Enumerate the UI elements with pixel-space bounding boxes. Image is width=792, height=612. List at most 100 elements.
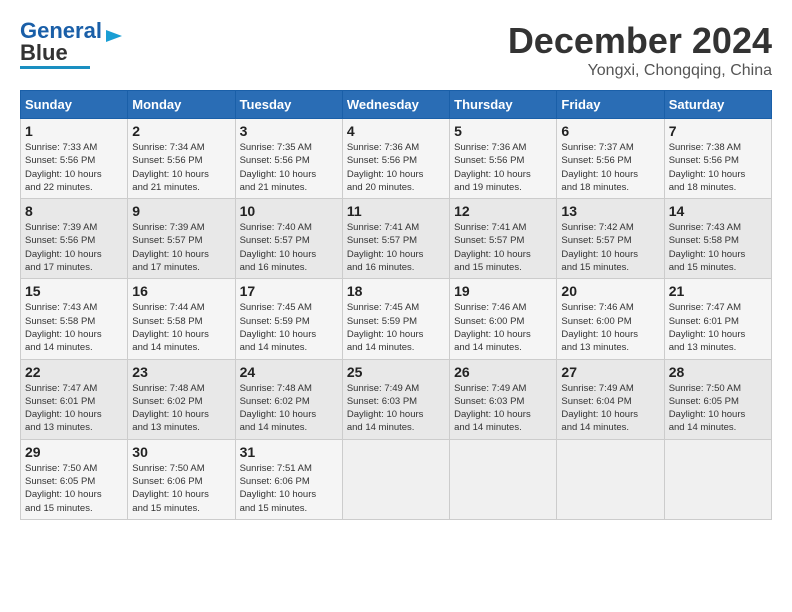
calendar-cell: 31 Sunrise: 7:51 AM Sunset: 6:06 PM Dayli… xyxy=(235,439,342,519)
calendar-cell: 4 Sunrise: 7:36 AM Sunset: 5:56 PM Daylig… xyxy=(342,119,449,199)
day-number: 26 xyxy=(454,364,552,380)
calendar-header-wednesday: Wednesday xyxy=(342,91,449,119)
calendar-header-monday: Monday xyxy=(128,91,235,119)
day-info: Sunrise: 7:38 AM Sunset: 5:56 PM Dayligh… xyxy=(669,141,767,194)
calendar-cell xyxy=(664,439,771,519)
day-number: 30 xyxy=(132,444,230,460)
calendar-cell: 19 Sunrise: 7:46 AM Sunset: 6:00 PM Dayli… xyxy=(450,279,557,359)
day-number: 8 xyxy=(25,203,123,219)
day-number: 3 xyxy=(240,123,338,139)
title-area: December 2024 Yongxi, Chongqing, China xyxy=(508,20,772,80)
day-info: Sunrise: 7:41 AM Sunset: 5:57 PM Dayligh… xyxy=(454,221,552,274)
day-info: Sunrise: 7:51 AM Sunset: 6:06 PM Dayligh… xyxy=(240,462,338,515)
calendar-cell: 25Sunrise: 7:49 AM Sunset: 6:03 PM Dayli… xyxy=(342,359,449,439)
calendar-table: SundayMondayTuesdayWednesdayThursdayFrid… xyxy=(20,90,772,520)
day-info: Sunrise: 7:39 AM Sunset: 5:56 PM Dayligh… xyxy=(25,221,123,274)
calendar-week-5: 29 Sunrise: 7:50 AM Sunset: 6:05 PM Dayli… xyxy=(21,439,772,519)
calendar-week-3: 15Sunrise: 7:43 AM Sunset: 5:58 PM Dayli… xyxy=(21,279,772,359)
day-number: 28 xyxy=(669,364,767,380)
calendar-cell xyxy=(342,439,449,519)
day-number: 29 xyxy=(25,444,123,460)
day-number: 20 xyxy=(561,283,659,299)
calendar-cell: 23Sunrise: 7:48 AM Sunset: 6:02 PM Dayli… xyxy=(128,359,235,439)
day-info: Sunrise: 7:49 AM Sunset: 6:04 PM Dayligh… xyxy=(561,382,659,435)
day-number: 7 xyxy=(669,123,767,139)
day-info: Sunrise: 7:43 AM Sunset: 5:58 PM Dayligh… xyxy=(669,221,767,274)
calendar-cell: 26 Sunrise: 7:49 AM Sunset: 6:03 PM Dayli… xyxy=(450,359,557,439)
day-info: Sunrise: 7:42 AM Sunset: 5:57 PM Dayligh… xyxy=(561,221,659,274)
day-info: Sunrise: 7:33 AM Sunset: 5:56 PM Dayligh… xyxy=(25,141,123,194)
month-title: December 2024 xyxy=(508,20,772,62)
day-number: 4 xyxy=(347,123,445,139)
calendar-cell: 10Sunrise: 7:40 AM Sunset: 5:57 PM Dayli… xyxy=(235,199,342,279)
day-number: 18 xyxy=(347,283,445,299)
calendar-header-row: SundayMondayTuesdayWednesdayThursdayFrid… xyxy=(21,91,772,119)
calendar-cell: 3Sunrise: 7:35 AM Sunset: 5:56 PM Daylig… xyxy=(235,119,342,199)
logo-arrow-icon xyxy=(106,26,126,46)
day-info: Sunrise: 7:45 AM Sunset: 5:59 PM Dayligh… xyxy=(240,301,338,354)
day-info: Sunrise: 7:34 AM Sunset: 5:56 PM Dayligh… xyxy=(132,141,230,194)
day-number: 17 xyxy=(240,283,338,299)
day-info: Sunrise: 7:37 AM Sunset: 5:56 PM Dayligh… xyxy=(561,141,659,194)
day-number: 16 xyxy=(132,283,230,299)
calendar-header-sunday: Sunday xyxy=(21,91,128,119)
logo-underline xyxy=(20,66,90,69)
day-info: Sunrise: 7:36 AM Sunset: 5:56 PM Dayligh… xyxy=(454,141,552,194)
calendar-cell xyxy=(557,439,664,519)
calendar-cell: 2Sunrise: 7:34 AM Sunset: 5:56 PM Daylig… xyxy=(128,119,235,199)
day-number: 1 xyxy=(25,123,123,139)
calendar-cell: 6 Sunrise: 7:37 AM Sunset: 5:56 PM Daylig… xyxy=(557,119,664,199)
day-info: Sunrise: 7:44 AM Sunset: 5:58 PM Dayligh… xyxy=(132,301,230,354)
calendar-cell xyxy=(450,439,557,519)
logo-text: General Blue xyxy=(20,20,102,64)
calendar-cell: 12 Sunrise: 7:41 AM Sunset: 5:57 PM Dayli… xyxy=(450,199,557,279)
day-number: 12 xyxy=(454,203,552,219)
day-number: 24 xyxy=(240,364,338,380)
calendar-header-tuesday: Tuesday xyxy=(235,91,342,119)
day-info: Sunrise: 7:50 AM Sunset: 6:06 PM Dayligh… xyxy=(132,462,230,515)
calendar-week-1: 1 Sunrise: 7:33 AM Sunset: 5:56 PM Daylig… xyxy=(21,119,772,199)
day-info: Sunrise: 7:46 AM Sunset: 6:00 PM Dayligh… xyxy=(561,301,659,354)
calendar-cell: 7 Sunrise: 7:38 AM Sunset: 5:56 PM Daylig… xyxy=(664,119,771,199)
calendar-header-thursday: Thursday xyxy=(450,91,557,119)
day-info: Sunrise: 7:46 AM Sunset: 6:00 PM Dayligh… xyxy=(454,301,552,354)
day-number: 21 xyxy=(669,283,767,299)
day-info: Sunrise: 7:36 AM Sunset: 5:56 PM Dayligh… xyxy=(347,141,445,194)
day-info: Sunrise: 7:45 AM Sunset: 5:59 PM Dayligh… xyxy=(347,301,445,354)
calendar-cell: 29 Sunrise: 7:50 AM Sunset: 6:05 PM Dayli… xyxy=(21,439,128,519)
calendar-week-2: 8 Sunrise: 7:39 AM Sunset: 5:56 PM Daylig… xyxy=(21,199,772,279)
calendar-header-saturday: Saturday xyxy=(664,91,771,119)
day-number: 27 xyxy=(561,364,659,380)
calendar-cell: 28Sunrise: 7:50 AM Sunset: 6:05 PM Dayli… xyxy=(664,359,771,439)
day-number: 6 xyxy=(561,123,659,139)
calendar-cell: 22 Sunrise: 7:47 AM Sunset: 6:01 PM Dayli… xyxy=(21,359,128,439)
location: Yongxi, Chongqing, China xyxy=(508,62,772,80)
calendar-cell: 14Sunrise: 7:43 AM Sunset: 5:58 PM Dayli… xyxy=(664,199,771,279)
day-number: 11 xyxy=(347,203,445,219)
day-number: 19 xyxy=(454,283,552,299)
logo: General Blue xyxy=(20,20,126,69)
calendar-cell: 17 Sunrise: 7:45 AM Sunset: 5:59 PM Dayli… xyxy=(235,279,342,359)
calendar-cell: 8 Sunrise: 7:39 AM Sunset: 5:56 PM Daylig… xyxy=(21,199,128,279)
day-info: Sunrise: 7:48 AM Sunset: 6:02 PM Dayligh… xyxy=(240,382,338,435)
calendar-cell: 13 Sunrise: 7:42 AM Sunset: 5:57 PM Dayli… xyxy=(557,199,664,279)
day-info: Sunrise: 7:50 AM Sunset: 6:05 PM Dayligh… xyxy=(25,462,123,515)
day-number: 13 xyxy=(561,203,659,219)
calendar-cell: 5Sunrise: 7:36 AM Sunset: 5:56 PM Daylig… xyxy=(450,119,557,199)
day-info: Sunrise: 7:49 AM Sunset: 6:03 PM Dayligh… xyxy=(454,382,552,435)
calendar-cell: 18 Sunrise: 7:45 AM Sunset: 5:59 PM Dayli… xyxy=(342,279,449,359)
calendar-cell: 9Sunrise: 7:39 AM Sunset: 5:57 PM Daylig… xyxy=(128,199,235,279)
calendar-header-friday: Friday xyxy=(557,91,664,119)
day-number: 10 xyxy=(240,203,338,219)
day-info: Sunrise: 7:41 AM Sunset: 5:57 PM Dayligh… xyxy=(347,221,445,274)
calendar-cell: 15Sunrise: 7:43 AM Sunset: 5:58 PM Dayli… xyxy=(21,279,128,359)
calendar-cell: 16 Sunrise: 7:44 AM Sunset: 5:58 PM Dayli… xyxy=(128,279,235,359)
day-number: 22 xyxy=(25,364,123,380)
calendar-cell: 11 Sunrise: 7:41 AM Sunset: 5:57 PM Dayli… xyxy=(342,199,449,279)
day-info: Sunrise: 7:47 AM Sunset: 6:01 PM Dayligh… xyxy=(25,382,123,435)
day-info: Sunrise: 7:39 AM Sunset: 5:57 PM Dayligh… xyxy=(132,221,230,274)
calendar-cell: 24 Sunrise: 7:48 AM Sunset: 6:02 PM Dayli… xyxy=(235,359,342,439)
day-number: 31 xyxy=(240,444,338,460)
day-info: Sunrise: 7:49 AM Sunset: 6:03 PM Dayligh… xyxy=(347,382,445,435)
calendar-cell: 27 Sunrise: 7:49 AM Sunset: 6:04 PM Dayli… xyxy=(557,359,664,439)
